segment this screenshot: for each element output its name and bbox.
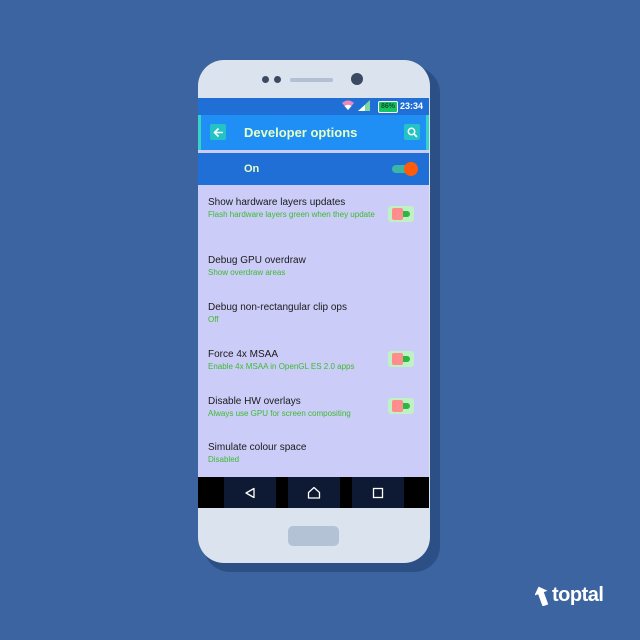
toggle-thumb <box>392 400 403 412</box>
toptal-mark-icon <box>535 586 549 606</box>
setting-summary: Show overdraw areas <box>208 268 286 277</box>
setting-disable-hw-overlays[interactable]: Disable HW overlays Always use GPU for s… <box>208 396 408 419</box>
recents-square-icon <box>372 487 384 498</box>
nav-home-button[interactable] <box>288 477 340 508</box>
setting-summary: Always use GPU for screen compositing <box>208 409 351 418</box>
toggle-show-hardware-layers-updates[interactable] <box>388 206 414 222</box>
master-toggle-switch[interactable] <box>392 162 418 176</box>
nav-recents-button[interactable] <box>352 477 404 508</box>
setting-debug-non-rectangular-clip-ops[interactable]: Debug non-rectangular clip ops Off <box>208 302 408 325</box>
home-outline-icon <box>307 486 321 499</box>
toggle-force-4x-msaa[interactable] <box>388 351 414 367</box>
setting-summary: Disabled <box>208 455 240 464</box>
toptal-logo: toptal <box>535 584 604 607</box>
setting-title: Simulate colour space <box>208 442 307 453</box>
nav-back-button[interactable] <box>224 477 276 508</box>
master-switch-row[interactable]: On <box>198 153 429 185</box>
master-switch-label: On <box>244 163 260 175</box>
toggle-thumb <box>392 208 403 220</box>
setting-title: Show hardware layers updates <box>208 197 346 208</box>
page-title: Developer options <box>244 125 358 140</box>
setting-title: Debug GPU overdraw <box>208 255 306 266</box>
back-triangle-icon <box>245 487 255 498</box>
earpiece-speaker <box>290 78 333 82</box>
clock: 23:34 <box>400 101 424 111</box>
navigation-bar <box>198 477 429 508</box>
hardware-home-button[interactable] <box>288 526 339 546</box>
app-bar: Developer options <box>198 115 429 150</box>
setting-simulate-colour-space[interactable]: Simulate colour space Disabled <box>208 442 408 465</box>
setting-title: Debug non-rectangular clip ops <box>208 302 347 313</box>
toggle-thumb <box>392 353 403 365</box>
setting-summary: Flash hardware layers green when they up… <box>208 210 375 219</box>
sensor-dot <box>262 76 269 83</box>
brand-name: toptal <box>552 584 604 606</box>
battery-indicator: 86% <box>378 101 399 113</box>
status-bar: 86% 23:34 <box>198 98 429 115</box>
setting-show-hardware-layers-updates[interactable]: Show hardware layers updates Flash hardw… <box>208 197 408 220</box>
front-camera <box>351 73 363 85</box>
search-button[interactable] <box>404 124 420 140</box>
back-button[interactable] <box>210 124 226 140</box>
arrow-left-icon <box>212 127 223 137</box>
toggle-disable-hw-overlays[interactable] <box>388 398 414 414</box>
setting-force-4x-msaa[interactable]: Force 4x MSAA Enable 4x MSAA in OpenGL E… <box>208 349 408 372</box>
search-icon <box>407 127 418 138</box>
setting-summary: Off <box>208 315 219 324</box>
setting-title: Disable HW overlays <box>208 396 301 407</box>
setting-debug-gpu-overdraw[interactable]: Debug GPU overdraw Show overdraw areas <box>208 255 408 278</box>
phone-screen: 86% 23:34 Developer options On Show hard… <box>198 98 429 508</box>
signal-icon <box>358 100 370 113</box>
sensor-dot <box>274 76 281 83</box>
setting-summary: Enable 4x MSAA in OpenGL ES 2.0 apps <box>208 362 355 371</box>
setting-title: Force 4x MSAA <box>208 349 279 360</box>
toggle-thumb <box>404 162 418 176</box>
wifi-icon <box>341 99 355 113</box>
